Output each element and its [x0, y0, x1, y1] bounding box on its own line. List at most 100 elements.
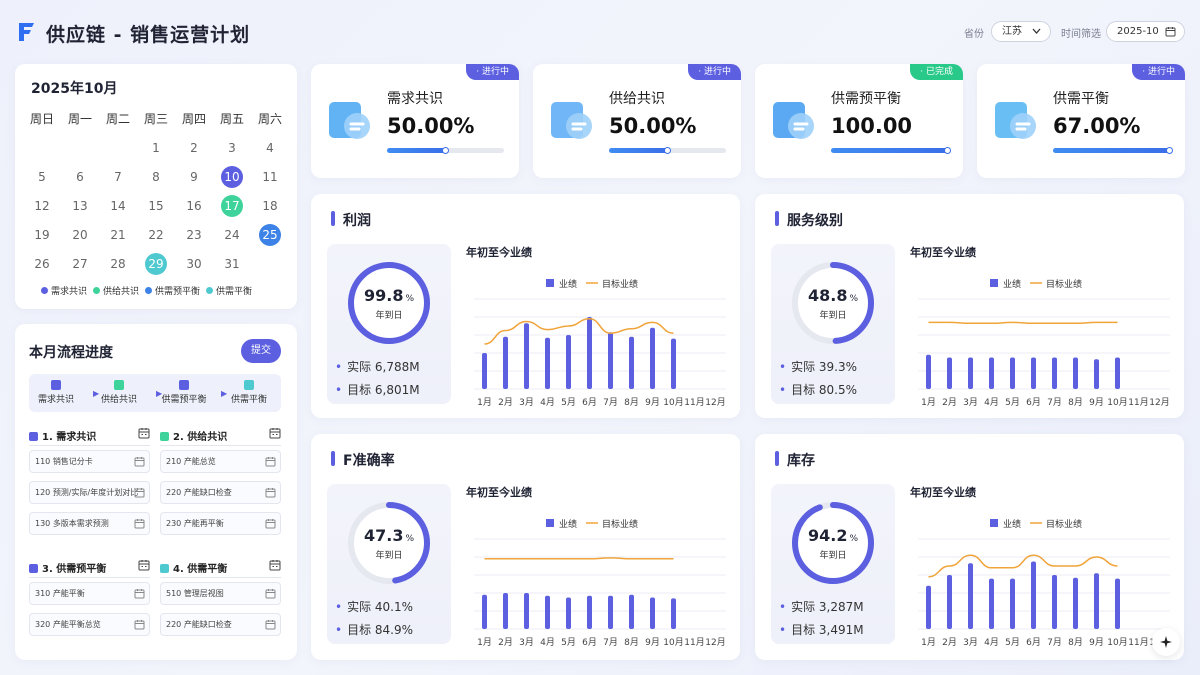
legend-label: 目标业绩 — [602, 278, 638, 290]
ai-assistant-button[interactable] — [1152, 628, 1180, 656]
kpi-value: 50.00% — [387, 114, 475, 138]
bar — [1115, 578, 1120, 629]
flow-task-item[interactable]: 220 产能缺口检查 — [160, 613, 281, 636]
calendar-icon[interactable] — [265, 456, 276, 467]
kpi-card[interactable]: · 已完成 供需预平衡 100.00 — [755, 64, 963, 178]
chart-title: 年初至今业绩 — [466, 246, 532, 259]
calendar-day[interactable]: 31 — [213, 253, 251, 275]
calendar-icon[interactable] — [138, 559, 150, 571]
flow-task-item[interactable]: 320 产能平衡总览 — [29, 613, 150, 636]
kpi-card[interactable]: · 进行中 供需平衡 67.00% — [977, 64, 1185, 178]
legend-dot — [145, 287, 153, 294]
calendar-day[interactable]: 5 — [23, 166, 61, 188]
calendar-day[interactable]: 18 — [251, 195, 289, 217]
province-label: 省份 — [964, 29, 984, 40]
calendar-day[interactable]: 27 — [61, 253, 99, 275]
calendar-day[interactable]: 1 — [137, 137, 175, 159]
kpi-progress-fill — [609, 147, 670, 154]
clipboard-icon — [551, 102, 592, 139]
calendar-day[interactable]: 6 — [61, 166, 99, 188]
chart-title: 年初至今业绩 — [466, 486, 532, 499]
x-tick-label: 7月 — [603, 397, 618, 408]
calendar-day[interactable]: 17 — [213, 194, 251, 217]
bar — [566, 597, 571, 629]
flow-task-item[interactable]: 110 销售记分卡 — [29, 450, 150, 473]
flow-task-item[interactable]: 130 多版本需求预测 — [29, 512, 150, 535]
calendar-day[interactable]: 14 — [99, 195, 137, 217]
calendar-day[interactable]: 7 — [99, 166, 137, 188]
calendar-day[interactable]: 19 — [23, 224, 61, 246]
calendar-day[interactable]: 9 — [175, 166, 213, 188]
flow-task-item[interactable]: 120 预测/实际/年度计划对比 — [29, 481, 150, 504]
calendar-icon[interactable] — [134, 456, 145, 467]
bar — [1115, 357, 1120, 389]
x-tick-label: 5月 — [561, 397, 576, 408]
calendar-day[interactable]: 23 — [175, 224, 213, 246]
kpi-card[interactable]: · 进行中 供给共识 50.00% — [533, 64, 741, 178]
calendar-day[interactable]: 24 — [213, 224, 251, 246]
calendar-day[interactable]: 30 — [175, 253, 213, 275]
flow-step[interactable]: 供需平衡 — [219, 374, 279, 405]
calendar-day[interactable]: 20 — [61, 224, 99, 246]
legend-swatch-bar — [990, 279, 998, 287]
calendar-icon[interactable] — [134, 518, 145, 529]
calendar-icon[interactable] — [265, 619, 276, 630]
calendar-day[interactable]: 15 — [137, 195, 175, 217]
legend-label: 供给共识 — [103, 287, 140, 297]
calendar-day[interactable]: 28 — [99, 253, 137, 275]
calendar-day[interactable]: 22 — [137, 224, 175, 246]
calendar-title: 2025年10月 — [31, 81, 118, 97]
bar — [629, 336, 634, 389]
calendar-icon[interactable] — [138, 427, 150, 439]
calendar-day[interactable]: 21 — [99, 224, 137, 246]
calendar-day[interactable]: 25 — [251, 223, 289, 246]
province-select[interactable]: 江苏 — [991, 21, 1051, 42]
calendar-day[interactable]: 16 — [175, 195, 213, 217]
calendar-icon[interactable] — [134, 619, 145, 630]
flow-task-item[interactable]: 220 产能缺口检查 — [160, 481, 281, 504]
x-tick-label: 6月 — [1026, 397, 1041, 408]
calendar-icon[interactable] — [134, 487, 145, 498]
document-icon — [29, 432, 38, 441]
x-tick-label: 9月 — [645, 397, 660, 408]
ring-value-number: 47.3 — [363, 526, 404, 545]
flow-task-item[interactable]: 210 产能总览 — [160, 450, 281, 473]
time-filter-input[interactable]: 2025-10 — [1106, 21, 1185, 42]
x-tick-label: 11月 — [1128, 397, 1148, 408]
calendar-day[interactable]: 8 — [137, 166, 175, 188]
calendar-icon[interactable] — [265, 518, 276, 529]
calendar-icon[interactable] — [265, 588, 276, 599]
flow-task-item[interactable]: 510 管理层视图 — [160, 582, 281, 605]
flow-group-label: 3. 供需预平衡 — [42, 564, 107, 575]
calendar-day-number: 10 — [221, 165, 243, 188]
calendar-day[interactable]: 4 — [251, 137, 289, 159]
calendar-day[interactable]: 2 — [175, 137, 213, 159]
kpi-card[interactable]: · 进行中 需求共识 50.00% — [311, 64, 519, 178]
flow-task-label: 110 销售记分卡 — [35, 457, 93, 466]
calendar-day[interactable]: 11 — [251, 166, 289, 188]
submit-button[interactable]: 提交 — [241, 339, 281, 363]
calendar-day[interactable]: 29 — [137, 252, 175, 275]
calendar-day[interactable]: 12 — [23, 195, 61, 217]
calendar-day-number: 22 — [148, 227, 164, 242]
flow-task-item[interactable]: 310 产能平衡 — [29, 582, 150, 605]
metric-panel: 库存94.2%年到日实际 3,287M目标 3,491M年初至今业绩业绩目标业绩… — [755, 434, 1184, 660]
flow-task-label: 220 产能缺口检查 — [166, 488, 232, 497]
calendar-icon[interactable] — [265, 487, 276, 498]
calendar-day[interactable]: 13 — [61, 195, 99, 217]
flow-step[interactable]: 供需预平衡 — [154, 374, 214, 405]
metric-panel: 服务级别48.8%年到日实际 39.3%目标 80.5%年初至今业绩业绩目标业绩… — [755, 194, 1184, 418]
calendar-day-number: 29 — [145, 252, 167, 275]
calendar-icon[interactable] — [269, 427, 281, 439]
bar — [671, 598, 676, 629]
legend-dot — [206, 287, 214, 294]
flow-task-item[interactable]: 230 产能再平衡 — [160, 512, 281, 535]
flow-step[interactable]: 需求共识 — [26, 374, 86, 405]
calendar-day[interactable]: 26 — [23, 253, 61, 275]
calendar-icon[interactable] — [134, 588, 145, 599]
calendar-day[interactable]: 3 — [213, 137, 251, 159]
calendar-icon[interactable] — [269, 559, 281, 571]
calendar-day[interactable]: 10 — [213, 165, 251, 188]
x-tick-label: 2月 — [498, 397, 513, 408]
flow-step[interactable]: 供给共识 — [89, 374, 149, 405]
